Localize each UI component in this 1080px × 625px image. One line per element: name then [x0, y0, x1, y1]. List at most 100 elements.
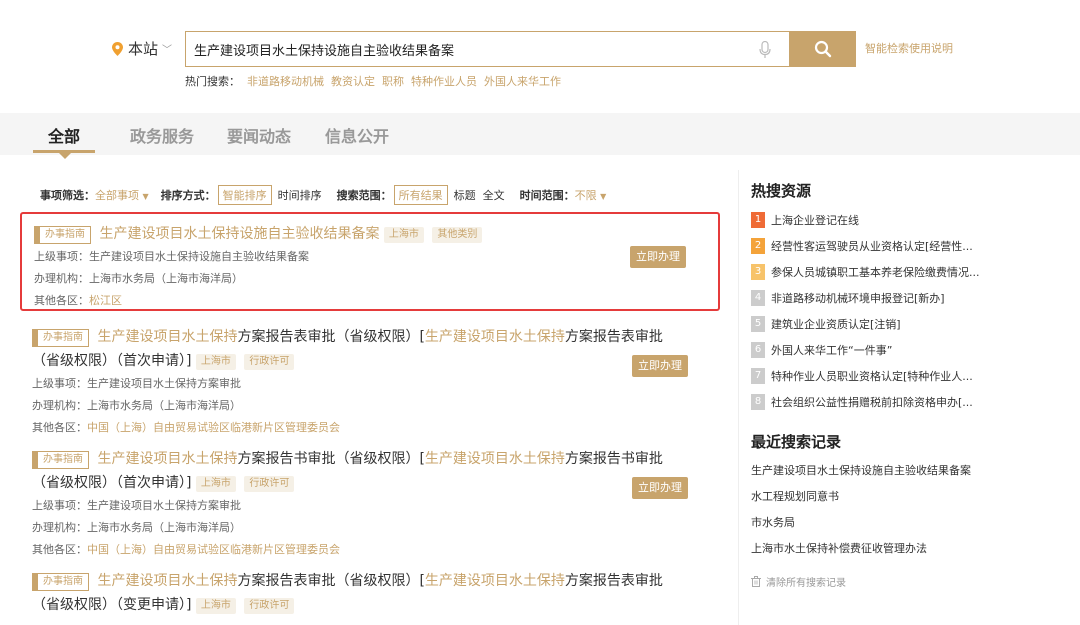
result-title-row: 办事指南 生产建设项目水土保持方案报告书审批（省级权限）[生产建设项目水土保持方…: [32, 447, 708, 495]
time-range-dropdown[interactable]: 不限 ▼: [575, 187, 607, 203]
search-icon: [814, 40, 832, 58]
search-area: 本站 ﹀ 智能检索使用说明 热门搜索： 非道路移动机械 教资认定 职称 特种作业…: [0, 0, 1080, 110]
title-text: 方案报告表审批（省级权限）[: [237, 329, 425, 345]
district-line: 其他各区：中国（上海）自由贸易试验区临港新片区管理委员会: [32, 539, 708, 561]
hot-search-item[interactable]: 职称: [382, 73, 404, 89]
rank-badge: 8: [751, 394, 765, 410]
hot-resource-item[interactable]: 5 建筑业企业资质认定[注销]: [751, 311, 1080, 337]
agency-label: 办理机构：: [32, 521, 87, 534]
result-title-row: 办事指南 生产建设项目水土保持方案报告表审批（省级权限）[生产建设项目水土保持方…: [32, 325, 708, 373]
hot-resource-label: 外国人来华工作“一件事”: [771, 344, 893, 357]
result-title-link[interactable]: 生产建设项目水土保持方案报告书审批（省级权限）[生产建设项目水土保持方案报告书审…: [32, 451, 663, 491]
title-text: 方案报告书审批（省级权限）[: [237, 451, 425, 467]
agency-label: 办理机构：: [32, 399, 87, 412]
filter-bar: 事项筛选： 全部事项 ▼ 排序方式： 智能排序 时间排序 搜索范围： 所有结果 …: [40, 185, 618, 205]
hot-resource-label: 社会组织公益性捐赠税前扣除资格申办[...: [771, 396, 973, 409]
hot-resource-label: 特种作业人员职业资格认定[特种作业人...: [771, 370, 973, 383]
result-tabs: 全部 政务服务 要闻动态 信息公开: [0, 113, 1080, 159]
sort-smart-option[interactable]: 智能排序: [217, 185, 272, 205]
hot-search-item[interactable]: 教资认定: [331, 73, 375, 89]
district-link[interactable]: 中国（上海）自由贸易试验区临港新片区管理委员会: [87, 421, 340, 434]
title-highlight: 生产建设项目水土保持: [97, 329, 238, 345]
parent-item-line: 上级事项：生产建设项目水土保持方案审批: [32, 373, 708, 395]
hot-search-item[interactable]: 外国人来华工作: [484, 73, 561, 89]
type-tag: 办事指南: [32, 329, 89, 347]
search-input[interactable]: [194, 41, 754, 57]
agency-value: 上海市水务局（上海市海洋局）: [87, 521, 241, 534]
item-filter-value: 全部事项: [95, 189, 139, 202]
hot-resource-label: 经营性客运驾驶员从业资格认定[经营性...: [771, 240, 973, 253]
parent-item-label: 上级事项：: [34, 250, 89, 263]
category-tag: 行政许可: [244, 476, 295, 492]
recent-search-item[interactable]: 市水务局: [751, 510, 1080, 536]
result-title-row: 办事指南 生产建设项目水土保持方案报告表审批（省级权限）[生产建设项目水土保持方…: [32, 569, 708, 617]
sidebar: 热搜资源 1 上海企业登记在线 2 经营性客运驾驶员从业资格认定[经营性... 3参…: [738, 170, 1080, 625]
result-item: 办事指南 生产建设项目水土保持方案报告表审批（省级权限）[生产建设项目水土保持方…: [20, 317, 720, 434]
hot-resource-label: 参保人员城镇职工基本养老保险缴费情况...: [771, 266, 980, 279]
hot-resource-item[interactable]: 3 参保人员城镇职工基本养老保险缴费情况...: [751, 259, 1080, 285]
item-filter-label: 事项筛选：: [40, 189, 95, 202]
parent-item-value: 生产建设项目水土保持方案审批: [87, 499, 241, 512]
search-help-link[interactable]: 智能检索使用说明: [865, 40, 953, 56]
hot-searches: 热门搜索： 非道路移动机械 教资认定 职称 特种作业人员 外国人来华工作: [185, 73, 561, 89]
location-label: 本站: [128, 40, 159, 58]
rank-badge: 2: [751, 238, 765, 254]
agency-line: 办理机构：上海市水务局（上海市海洋局）: [32, 517, 708, 539]
handle-now-button[interactable]: 立即办理: [630, 246, 686, 268]
hot-resource-item[interactable]: 8 社会组织公益性捐赠税前扣除资格申办[...: [751, 389, 1080, 415]
district-line: 其他各区：中国（上海）自由贸易试验区临港新片区管理委员会: [32, 417, 708, 439]
hot-search-label: 热门搜索：: [185, 75, 240, 88]
scope-all-option[interactable]: 所有结果: [393, 185, 448, 205]
result-title-row: 办事指南 生产建设项目水土保持设施自主验收结果备案 上海市 其他类别: [34, 222, 706, 246]
result-item: 办事指南 生产建设项目水土保持设施自主验收结果备案 上海市 其他类别 上级事项：…: [20, 212, 720, 311]
caret-down-icon: ▼: [142, 192, 149, 201]
tab-info-disclosure[interactable]: 信息公开: [325, 123, 389, 147]
hot-resource-item[interactable]: 1 上海企业登记在线: [751, 207, 1080, 233]
sort-label: 排序方式：: [160, 189, 216, 202]
district-link[interactable]: 中国（上海）自由贸易试验区临港新片区管理委员会: [87, 543, 340, 556]
district-link[interactable]: 松江区: [89, 294, 122, 307]
scope-title-option[interactable]: 标题: [454, 187, 476, 203]
hot-search-item[interactable]: 非道路移动机械: [247, 73, 324, 89]
result-title-link[interactable]: 生产建设项目水土保持设施自主验收结果备案: [99, 226, 379, 242]
hot-resource-item[interactable]: 4 非道路移动机械环境申报登记[新办]: [751, 285, 1080, 311]
result-title-link[interactable]: 生产建设项目水土保持方案报告表审批（省级权限）[生产建设项目水土保持方案报告表审…: [32, 329, 663, 369]
type-tag: 办事指南: [32, 573, 89, 591]
clear-history-label: 清除所有搜索记录: [766, 577, 846, 589]
search-button[interactable]: [790, 31, 856, 67]
hot-resource-item[interactable]: 6 外国人来华工作“一件事”: [751, 337, 1080, 363]
handle-now-button[interactable]: 立即办理: [632, 355, 688, 377]
parent-item-label: 上级事项：: [32, 377, 87, 390]
category-tag: 行政许可: [244, 598, 295, 614]
hot-resource-item[interactable]: 7 特种作业人员职业资格认定[特种作业人...: [751, 363, 1080, 389]
district-label: 其他各区：: [32, 421, 87, 434]
handle-now-button[interactable]: 立即办理: [632, 477, 688, 499]
sort-time-option[interactable]: 时间排序: [278, 187, 322, 203]
microphone-icon[interactable]: [759, 41, 771, 59]
hot-resource-label: 上海企业登记在线: [771, 214, 859, 227]
category-tag: 行政许可: [244, 354, 295, 370]
tab-all[interactable]: 全部: [48, 123, 80, 147]
tab-news[interactable]: 要闻动态: [227, 123, 291, 147]
city-tag: 上海市: [195, 476, 236, 492]
clear-history-button[interactable]: 清除所有搜索记录: [751, 568, 1080, 594]
agency-line: 办理机构：上海市水务局（上海市海洋局）: [34, 268, 706, 290]
agency-value: 上海市水务局（上海市海洋局）: [87, 399, 241, 412]
result-item: 办事指南 生产建设项目水土保持方案报告表审批（省级权限）[生产建设项目水土保持方…: [20, 561, 720, 621]
item-filter-dropdown[interactable]: 全部事项 ▼: [95, 187, 149, 203]
recent-search-item[interactable]: 水工程规划同意书: [751, 484, 1080, 510]
title-text: 方案报告表审批（省级权限）[: [237, 573, 425, 589]
recent-search-item[interactable]: 生产建设项目水土保持设施自主验收结果备案: [751, 458, 1080, 484]
recent-search-item[interactable]: 上海市水土保持补偿费征收管理办法: [751, 536, 1080, 562]
location-selector[interactable]: 本站 ﹀: [112, 38, 172, 59]
scope-fulltext-option[interactable]: 全文: [483, 187, 505, 203]
hot-resource-item[interactable]: 2 经营性客运驾驶员从业资格认定[经营性...: [751, 233, 1080, 259]
chevron-down-icon: ﹀: [162, 45, 173, 56]
result-title-link[interactable]: 生产建设项目水土保持方案报告表审批（省级权限）[生产建设项目水土保持方案报告表审…: [32, 573, 663, 613]
tab-government-services[interactable]: 政务服务: [130, 123, 194, 147]
hot-resources-title: 热搜资源: [751, 182, 812, 200]
rank-badge: 3: [751, 264, 765, 280]
title-highlight: 生产建设项目水土保持: [424, 329, 565, 345]
title-highlight: 生产建设项目水土保持: [97, 451, 238, 467]
hot-search-item[interactable]: 特种作业人员: [411, 73, 477, 89]
